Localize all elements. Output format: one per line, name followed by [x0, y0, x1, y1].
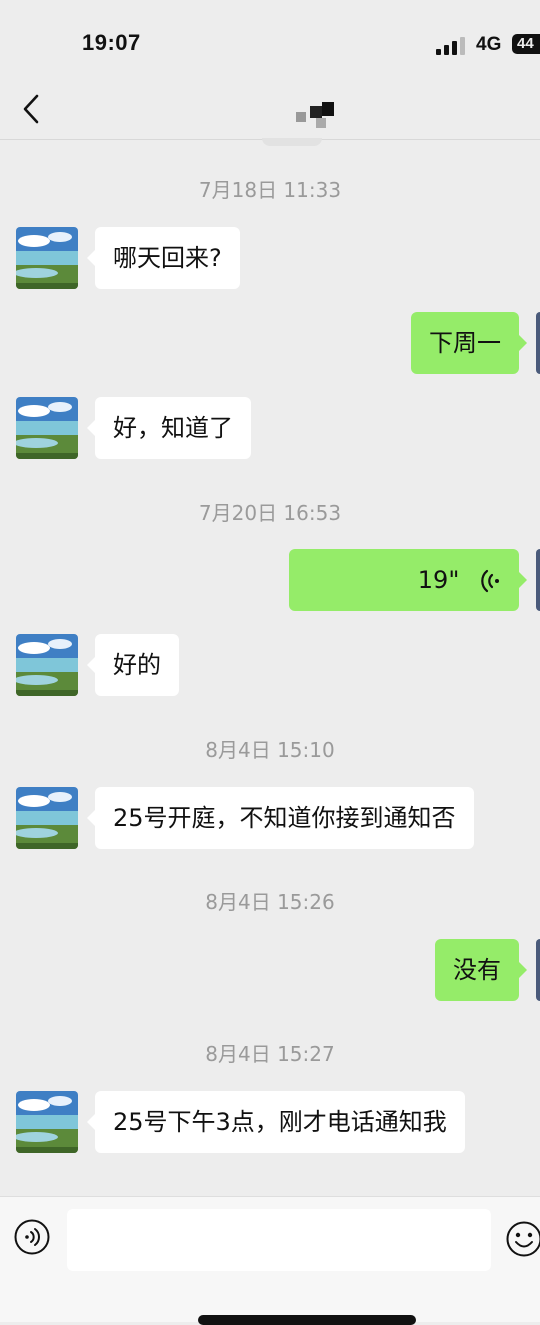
incoming-message-bubble[interactable]: 25号下午3点，刚才电话通知我 — [95, 1091, 465, 1153]
outgoing-message-bubble[interactable]: 没有 — [435, 939, 519, 1001]
message-timestamp: 8月4日 15:10 — [0, 734, 540, 763]
self-avatar[interactable] — [536, 312, 540, 374]
status-bar: 19:07 4G 44 — [0, 0, 540, 80]
status-time: 19:07 — [82, 30, 141, 56]
network-type: 4G — [476, 34, 501, 56]
self-avatar[interactable] — [536, 939, 540, 1001]
incoming-message-bubble[interactable]: 哪天回来? — [95, 227, 240, 289]
emoji-button[interactable] — [506, 1219, 540, 1259]
message-timestamp: 7月18日 11:33 — [0, 174, 540, 203]
chat-header — [0, 80, 540, 140]
message-timestamp: 8月4日 15:27 — [0, 1038, 540, 1067]
self-avatar[interactable] — [536, 549, 540, 611]
landscape-avatar-image — [16, 634, 78, 696]
landscape-avatar-image — [16, 787, 78, 849]
message-timestamp: 8月4日 15:26 — [0, 886, 540, 915]
landscape-avatar-image — [16, 1091, 78, 1153]
back-button[interactable] — [18, 92, 48, 126]
landscape-avatar-image — [16, 227, 78, 289]
contact-avatar[interactable] — [16, 634, 78, 696]
outgoing-message-bubble[interactable]: 下周一 — [411, 312, 519, 374]
incoming-message-bubble[interactable]: 好的 — [95, 634, 179, 696]
message-text-input[interactable] — [67, 1209, 491, 1271]
voice-input-button[interactable] — [14, 1219, 50, 1255]
voice-message-bubble[interactable]: 19" — [289, 549, 519, 611]
voice-wave-icon — [481, 569, 501, 593]
contact-avatar[interactable] — [16, 397, 78, 459]
contact-avatar[interactable] — [16, 787, 78, 849]
voice-input-icon — [14, 1219, 50, 1255]
landscape-avatar-image — [16, 397, 78, 459]
message-timestamp: 7月20日 16:53 — [0, 497, 540, 526]
incoming-message-bubble[interactable]: 好，知道了 — [95, 397, 251, 459]
contact-avatar[interactable] — [16, 1091, 78, 1153]
home-indicator[interactable] — [198, 1315, 416, 1325]
message-list[interactable]: 7月18日 11:33 哪天回来? 下周一 好，知道了 7月20日 16:53 … — [0, 140, 540, 1196]
battery-icon: 44 — [512, 34, 540, 54]
contact-avatar[interactable] — [16, 227, 78, 289]
message-input-bar — [0, 1196, 540, 1322]
signal-strength-icon — [436, 37, 466, 55]
contact-name-redacted — [296, 102, 336, 130]
incoming-message-bubble[interactable]: 25号开庭，不知道你接到通知否 — [95, 787, 474, 849]
voice-duration: 19" — [418, 566, 460, 594]
chevron-left-icon — [18, 92, 48, 126]
emoji-icon — [506, 1219, 540, 1259]
